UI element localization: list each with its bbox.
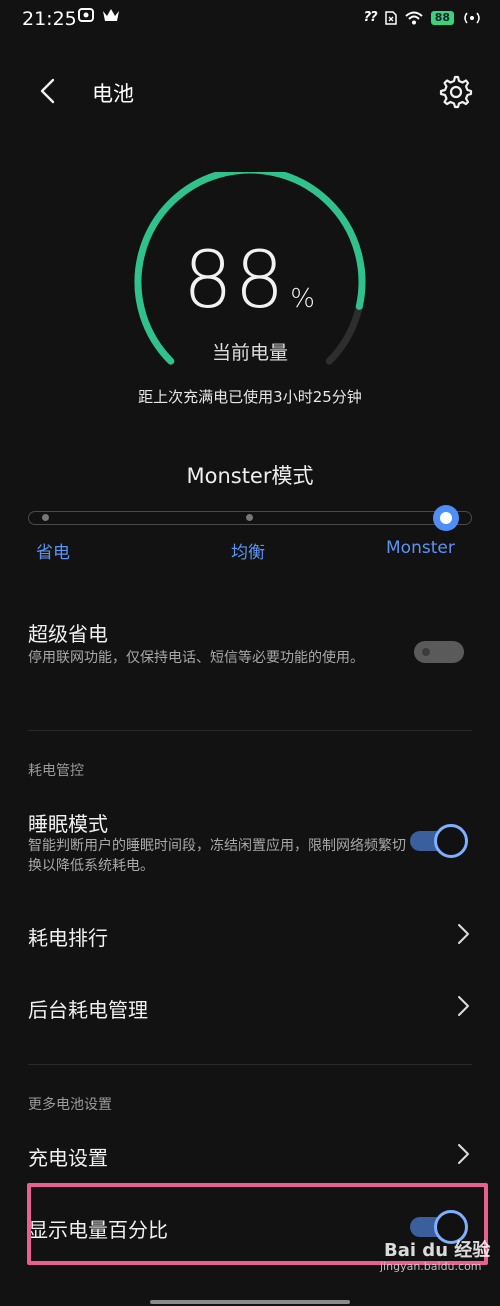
signal-indicator: ?? bbox=[363, 10, 378, 25]
chevron-right-icon bbox=[458, 924, 469, 944]
section-more-settings: 更多电池设置 bbox=[28, 1097, 112, 1113]
sleep-mode-toggle[interactable] bbox=[410, 824, 468, 858]
mode-stop-power-save bbox=[42, 514, 49, 521]
notification-app-icon bbox=[78, 8, 94, 22]
settings-button[interactable] bbox=[438, 74, 474, 110]
battery-percentage: 88% bbox=[0, 236, 500, 326]
battery-unit: % bbox=[290, 284, 317, 314]
mode-option-power-save[interactable]: 省电 bbox=[36, 538, 70, 563]
status-right: ?? 88 bbox=[364, 10, 482, 25]
sleep-mode-desc: 智能判断用户的睡眠时间段，冻结闲置应用，限制网络频繁切换以降低系统耗电。 bbox=[28, 838, 406, 874]
gauge-label: 当前电量 bbox=[211, 342, 288, 364]
super-save-title: 超级省电 bbox=[28, 622, 108, 646]
crown-icon bbox=[103, 9, 119, 21]
power-ranking-item[interactable]: 耗电排行 bbox=[28, 922, 108, 951]
battery-value: 88 bbox=[183, 236, 287, 326]
chevron-right-icon bbox=[458, 996, 469, 1016]
status-time: 21:25 bbox=[22, 8, 77, 30]
mode-title: Monster模式 bbox=[186, 464, 314, 488]
back-button[interactable] bbox=[30, 74, 64, 108]
mode-slider-thumb[interactable] bbox=[433, 505, 459, 531]
battery-indicator: 88 bbox=[430, 10, 454, 25]
page-title: 电池 bbox=[92, 82, 134, 106]
super-save-desc: 停用联网功能，仅保持电话、短信等必要功能的使用。 bbox=[28, 650, 364, 666]
super-save-toggle[interactable] bbox=[414, 641, 464, 663]
wifi-icon bbox=[405, 11, 423, 24]
charging-settings-item[interactable]: 充电设置 bbox=[28, 1142, 108, 1171]
chevron-left-icon bbox=[40, 78, 55, 104]
section-power-control: 耗电管控 bbox=[28, 763, 84, 779]
gear-icon bbox=[439, 75, 473, 109]
watermark-url: jingyan.baidu.com bbox=[380, 1260, 482, 1273]
sleep-mode-title: 睡眠模式 bbox=[28, 812, 108, 836]
mode-option-monster[interactable]: Monster bbox=[386, 538, 455, 558]
chevron-right-icon bbox=[458, 1144, 469, 1164]
mode-option-balanced[interactable]: 均衡 bbox=[231, 538, 265, 563]
background-power-item[interactable]: 后台耗电管理 bbox=[28, 994, 148, 1023]
watermark-brand: Bai du 经验 bbox=[384, 1240, 491, 1261]
status-left-icons bbox=[78, 8, 120, 22]
hotspot-icon bbox=[464, 12, 480, 23]
divider bbox=[28, 730, 472, 731]
home-indicator[interactable] bbox=[150, 1300, 350, 1304]
usage-since-charge: 距上次充满电已使用3小时25分钟 bbox=[138, 388, 362, 406]
mode-stop-balanced bbox=[246, 514, 253, 521]
divider bbox=[28, 1064, 472, 1065]
sim-off-icon bbox=[384, 10, 397, 25]
